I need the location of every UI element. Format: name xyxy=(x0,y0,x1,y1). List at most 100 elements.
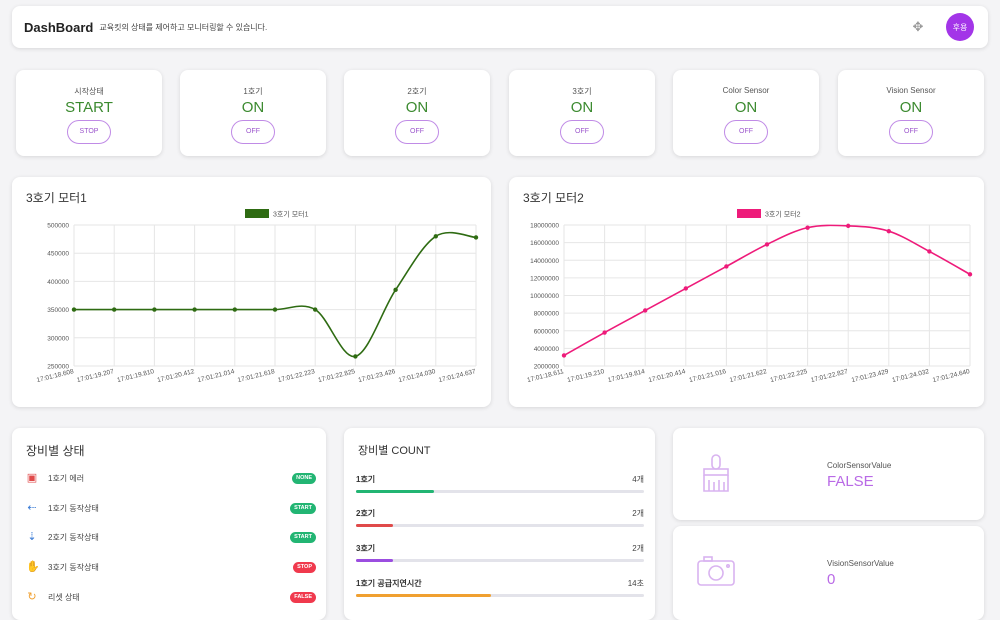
x-tick-label: 17:01:21.622 xyxy=(729,368,768,384)
motor1-chart-card: 3호기 모터1 250000 300000 350000 400000 450000 50… xyxy=(12,177,491,407)
data-point xyxy=(433,234,438,239)
data-point xyxy=(846,223,851,229)
status-row-label: 1호기 에러 xyxy=(48,473,85,483)
progress-fill xyxy=(356,524,394,527)
progress-fill xyxy=(356,490,434,493)
sensor-value: FALSE xyxy=(827,473,874,490)
count-label: 1호기 공급지연시간 xyxy=(356,579,422,588)
off-button[interactable]: OFF xyxy=(231,120,275,144)
progress-fill xyxy=(356,559,394,562)
y-tick-label: 12000000 xyxy=(530,275,559,282)
vision-sensor-card: VisionSensorValue 0 xyxy=(673,526,984,620)
data-point xyxy=(967,272,973,277)
count-row: 3호기 2개 xyxy=(356,543,644,565)
status-card-vision-sensor: Vision Sensor ON OFF xyxy=(838,70,984,156)
sensor-value: 0 xyxy=(827,571,836,588)
status-label: 2호기 xyxy=(407,87,427,96)
stop-button[interactable]: STOP xyxy=(67,120,111,144)
data-point xyxy=(272,307,278,312)
progress-fill xyxy=(356,594,492,597)
legend-swatch xyxy=(245,209,269,218)
count-label: 3호기 xyxy=(356,544,376,553)
x-tick-label: 17:01:22.825 xyxy=(317,368,356,384)
status-value: ON xyxy=(570,99,594,116)
y-tick-label: 450000 xyxy=(47,251,69,258)
status-value: ON xyxy=(241,99,265,116)
sensor-label: VisionSensorValue xyxy=(827,559,894,568)
count-value: 4개 xyxy=(632,475,644,484)
avatar[interactable]: 후용 xyxy=(946,13,974,41)
status-row: ↻ 리셋 상태 FALSE xyxy=(26,589,316,605)
off-button[interactable]: OFF xyxy=(560,120,604,144)
y-tick-label: 400000 xyxy=(47,279,69,286)
status-value: ON xyxy=(899,99,923,116)
status-label: Vision Sensor xyxy=(886,86,936,95)
status-value: ON xyxy=(734,99,758,116)
data-point xyxy=(602,330,607,335)
y-tick-label: 6000000 xyxy=(534,328,560,335)
page-title: DashBoard xyxy=(24,19,94,35)
x-tick-label: 17:01:20.414 xyxy=(648,368,687,384)
x-tick-label: 17:01:20.412 xyxy=(157,368,196,384)
x-tick-label: 17:01:19.207 xyxy=(76,368,115,384)
data-point xyxy=(643,308,648,313)
data-point xyxy=(71,307,77,312)
status-value: ON xyxy=(405,99,429,116)
sensor-label: ColorSensorValue xyxy=(827,461,892,470)
y-tick-label: 8000000 xyxy=(534,311,560,318)
legend-label: 3호기 모터2 xyxy=(765,210,801,219)
status-card-unit1: 1호기 ON OFF xyxy=(180,70,326,156)
data-point xyxy=(764,242,770,247)
x-tick-label: 17:01:24.640 xyxy=(932,368,971,384)
paintbrush-icon xyxy=(703,454,729,492)
progress-track xyxy=(356,594,644,597)
y-tick-label: 10000000 xyxy=(530,293,559,300)
color-sensor-card: ColorSensorValue FALSE xyxy=(673,428,984,520)
count-value: 2개 xyxy=(632,509,644,518)
status-row: ⇣ 2호기 동작상태 START xyxy=(26,529,316,545)
status-row: ▣ 1호기 에러 NONE xyxy=(26,470,316,486)
legend-label: 3호기 모터1 xyxy=(273,210,309,219)
data-point xyxy=(886,228,891,234)
header-bar: DashBoard 교육킷의 상태를 제어하고 모니터링할 수 있습니다. ✥ … xyxy=(12,6,988,48)
count-row: 2호기 2개 xyxy=(356,508,644,530)
y-tick-label: 500000 xyxy=(47,223,69,230)
data-point xyxy=(313,307,318,312)
status-value: START xyxy=(65,99,113,116)
y-tick-label: 16000000 xyxy=(530,240,559,247)
count-value: 14초 xyxy=(627,579,644,588)
status-row-label: 2호기 동작상태 xyxy=(48,532,99,542)
status-badge: START xyxy=(290,531,316,543)
y-tick-label: 350000 xyxy=(47,307,69,314)
motor2-chart: 2000000400000060000008000000100000001200… xyxy=(526,209,973,384)
status-card-unit2: 2호기 ON OFF xyxy=(344,70,490,156)
reset-icon: ↻ xyxy=(27,591,37,603)
data-point xyxy=(473,235,479,240)
x-tick-label: 17:01:22.827 xyxy=(810,368,849,384)
status-label: 3호기 xyxy=(572,87,592,96)
data-point xyxy=(152,307,157,312)
status-label: 1호기 xyxy=(243,87,263,96)
status-row-label: 3호기 동작상태 xyxy=(48,562,99,572)
off-button[interactable]: OFF xyxy=(395,120,439,144)
x-tick-label: 17:01:21.016 xyxy=(688,368,727,384)
x-tick-label: 17:01:19.210 xyxy=(567,368,606,384)
status-card-color-sensor: Color Sensor ON OFF xyxy=(673,70,819,156)
status-badge: FALSE xyxy=(290,591,316,603)
section-title: 장비별 상태 xyxy=(26,444,85,458)
data-point xyxy=(724,264,729,269)
status-badge: START xyxy=(290,502,316,514)
y-tick-label: 14000000 xyxy=(530,258,559,265)
off-button[interactable]: OFF xyxy=(889,120,933,144)
off-button[interactable]: OFF xyxy=(724,120,768,144)
x-tick-label: 17:01:24.637 xyxy=(438,368,477,384)
arrow-left-icon: ⇠ xyxy=(27,502,37,514)
count-row: 1호기 4개 xyxy=(356,474,644,496)
data-point xyxy=(353,354,358,359)
status-label: Color Sensor xyxy=(722,86,770,95)
x-tick-label: 17:01:21.618 xyxy=(237,368,276,384)
status-row: ✋ 3호기 동작상태 STOP xyxy=(26,559,316,575)
status-badge: STOP xyxy=(293,561,316,573)
status-row: ⇠ 1호기 동작상태 START xyxy=(26,500,316,516)
move-icon[interactable]: ✥ xyxy=(910,19,926,35)
